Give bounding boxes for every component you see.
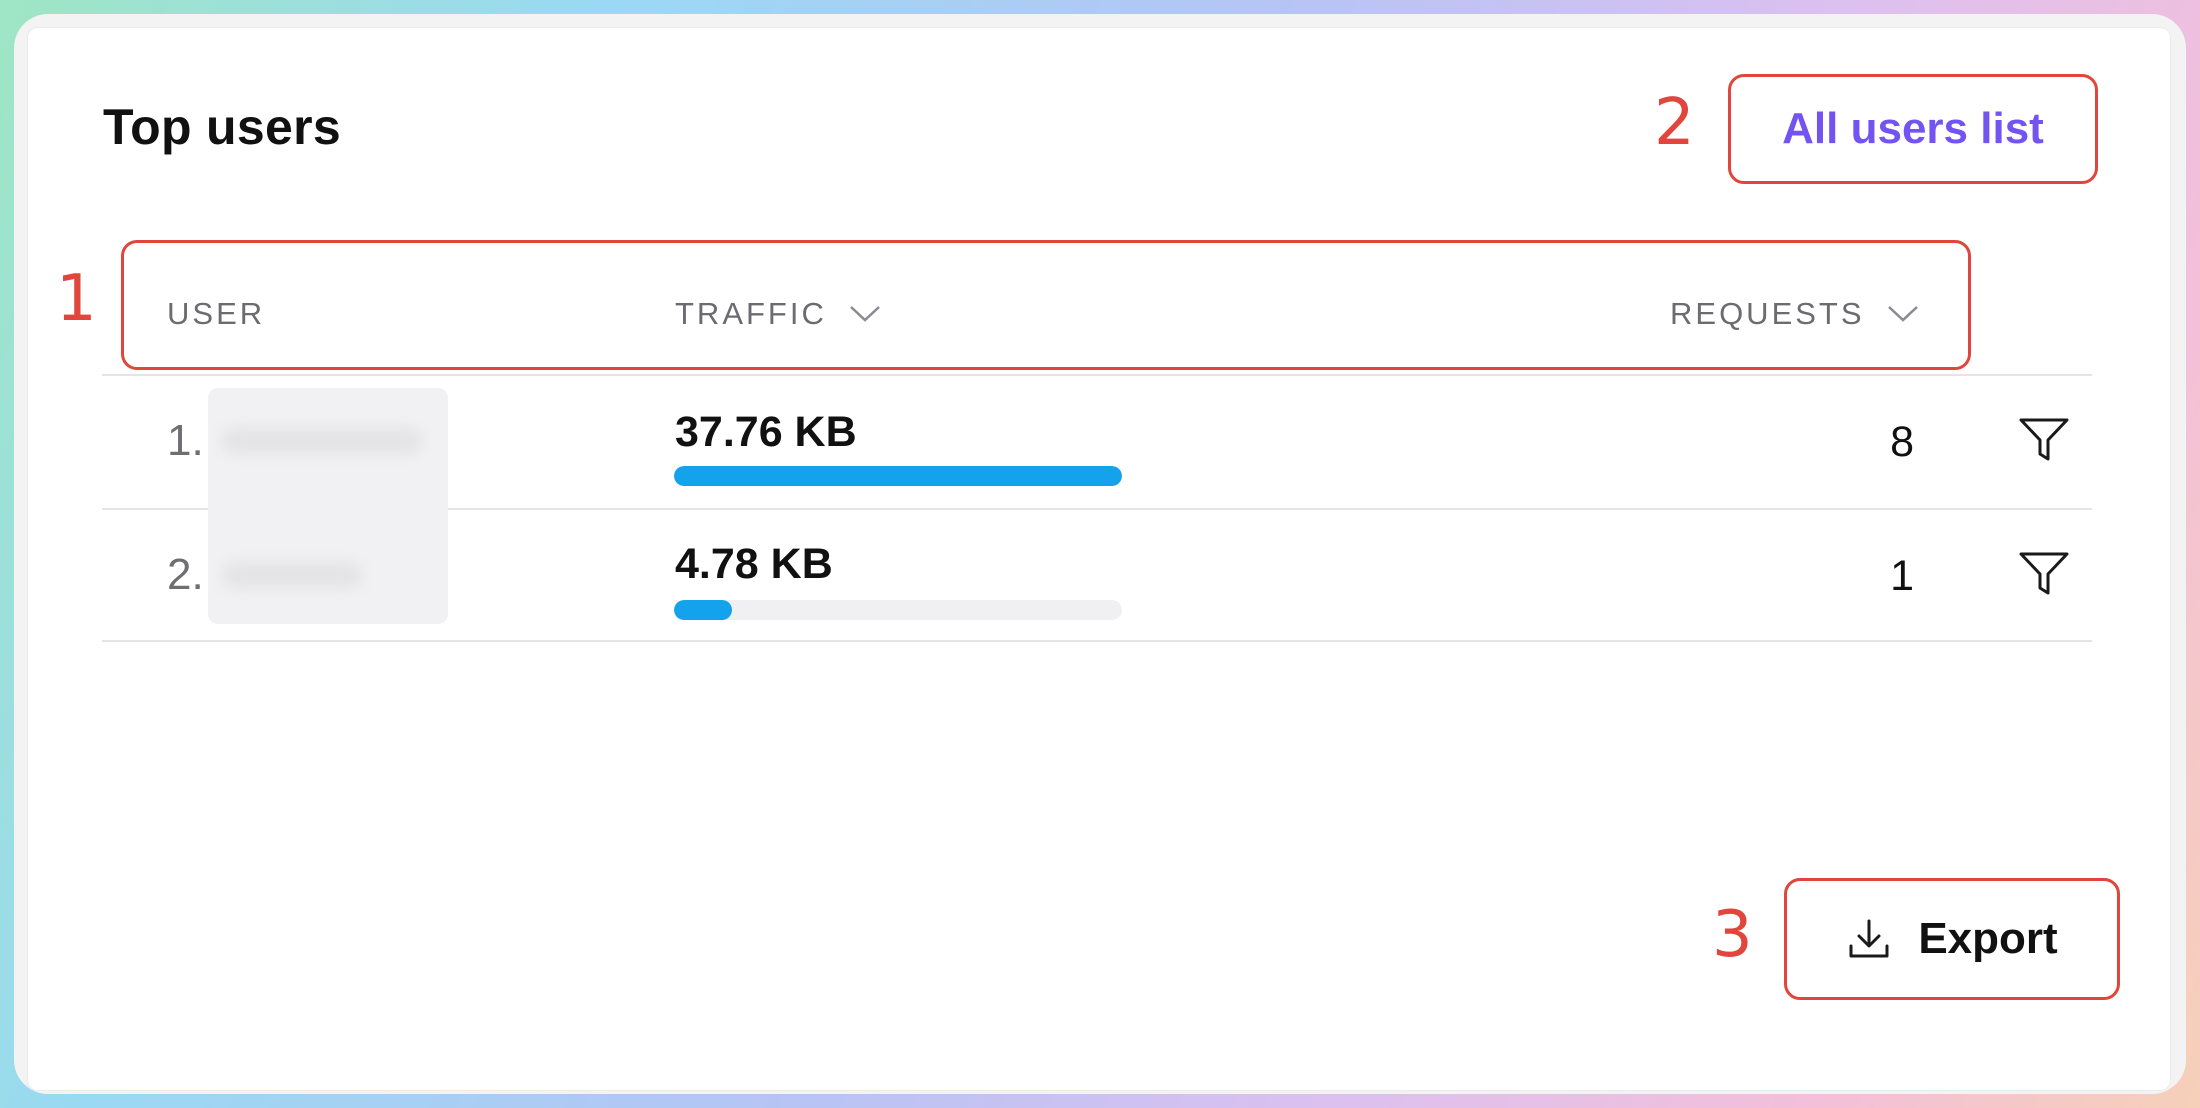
card-title: Top users <box>103 99 341 155</box>
traffic-progress-track <box>674 466 1122 486</box>
redacted-user-1 <box>222 428 422 454</box>
chevron-down-icon <box>1887 306 1918 322</box>
table-divider <box>102 374 2092 376</box>
column-header-requests-label: REQUESTS <box>1670 296 1865 331</box>
export-button-label: Export <box>1918 914 2058 963</box>
traffic-progress-fill <box>674 466 1122 486</box>
row-requests-value: 1 <box>1890 552 1914 600</box>
all-users-list-button[interactable]: All users list <box>1728 74 2098 184</box>
traffic-progress-fill <box>674 600 733 620</box>
redacted-user-2 <box>222 562 362 588</box>
column-header-user-label: USER <box>167 296 266 331</box>
column-header-traffic[interactable]: TRAFFIC <box>675 296 881 332</box>
filter-button[interactable] <box>2018 550 2070 603</box>
annotation-2: 2 <box>1654 86 1695 160</box>
traffic-progress-track <box>674 600 1122 620</box>
download-icon <box>1849 919 1889 958</box>
row-rank: 2. <box>167 550 204 599</box>
export-button[interactable]: Export <box>1784 878 2120 1000</box>
annotation-3: 3 <box>1712 898 1753 972</box>
filter-button[interactable] <box>2018 416 2070 469</box>
row-traffic-value: 4.78 KB <box>675 540 833 588</box>
column-header-user: USER <box>167 296 265 332</box>
filter-icon <box>2019 418 2069 461</box>
column-header-traffic-label: TRAFFIC <box>675 296 827 331</box>
row-requests-value: 8 <box>1890 418 1914 466</box>
chevron-down-icon <box>850 306 880 322</box>
table-divider <box>102 640 2092 642</box>
row-traffic-value: 37.76 KB <box>675 408 857 456</box>
row-rank: 1. <box>167 416 204 465</box>
redacted-user-names <box>208 388 448 624</box>
annotation-1: 1 <box>56 262 97 336</box>
column-header-requests[interactable]: REQUESTS <box>1670 296 1919 332</box>
filter-icon <box>2019 552 2069 595</box>
